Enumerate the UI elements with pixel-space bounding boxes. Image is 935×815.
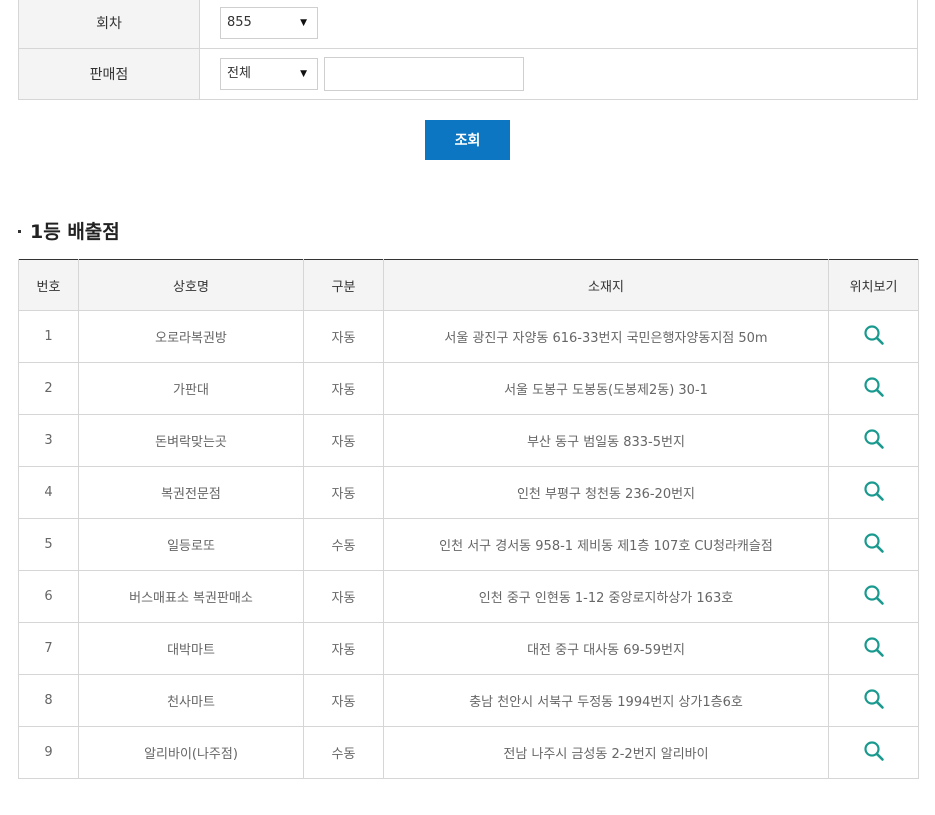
store-name: 대박마트	[78, 622, 304, 675]
section-title: 1등 배출점	[18, 217, 120, 244]
store-name: 가판대	[78, 362, 304, 415]
sale-type: 자동	[303, 622, 384, 675]
sale-type: 자동	[303, 466, 384, 519]
location-cell	[828, 622, 919, 675]
chevron-down-icon: ▼	[300, 69, 307, 79]
header-no: 번호	[18, 259, 79, 311]
store-address: 부산 동구 범일동 833-5번지	[383, 414, 829, 467]
store-address: 인천 서구 경서동 958-1 제비동 제1층 107호 CU청라캐슬점	[383, 518, 829, 571]
magnifier-icon[interactable]	[863, 480, 885, 506]
table-row: 3 돈벼락맞는곳 자동 부산 동구 범일동 833-5번지	[18, 414, 919, 467]
round-select[interactable]: 855 ▼	[220, 7, 318, 39]
winning-stores-table: 번호 상호명 구분 소재지 위치보기 1 오로라복권방 자동 서울 광진구 자양동 6…	[18, 259, 919, 779]
location-cell	[828, 518, 919, 571]
row-number: 9	[18, 726, 79, 779]
row-number: 4	[18, 466, 79, 519]
header-type: 구분	[303, 259, 384, 311]
header-location: 위치보기	[828, 259, 919, 311]
location-cell	[828, 414, 919, 467]
location-cell	[828, 362, 919, 415]
table-row: 6 버스매표소 복권판매소 자동 인천 중구 인현동 1-12 중앙로지하상가 163…	[18, 570, 919, 623]
sale-type: 자동	[303, 674, 384, 727]
sale-type: 자동	[303, 310, 384, 363]
location-cell	[828, 466, 919, 519]
magnifier-icon[interactable]	[863, 740, 885, 766]
store-name: 돈벼락맞는곳	[78, 414, 304, 467]
location-cell	[828, 570, 919, 623]
table-header-row: 번호 상호명 구분 소재지 위치보기	[18, 259, 919, 311]
magnifier-icon[interactable]	[863, 428, 885, 454]
round-label: 회차	[18, 0, 200, 49]
store-address: 서울 광진구 자양동 616-33번지 국민은행자양동지점 50m	[383, 310, 829, 363]
magnifier-icon[interactable]	[863, 324, 885, 350]
sale-type: 수동	[303, 726, 384, 779]
round-row: 회차 855 ▼	[18, 0, 918, 49]
round-select-value: 855	[227, 15, 252, 30]
location-cell	[828, 726, 919, 779]
header-name: 상호명	[78, 259, 304, 311]
header-address: 소재지	[383, 259, 829, 311]
store-row: 판매점 전체 ▼	[18, 48, 918, 100]
bullet-icon	[18, 230, 21, 233]
sale-type: 자동	[303, 570, 384, 623]
table-row: 1 오로라복권방 자동 서울 광진구 자양동 616-33번지 국민은행자양동지점 5…	[18, 310, 919, 363]
location-cell	[828, 674, 919, 727]
store-label: 판매점	[18, 48, 200, 100]
magnifier-icon[interactable]	[863, 636, 885, 662]
chevron-down-icon: ▼	[300, 18, 307, 28]
location-cell	[828, 310, 919, 363]
magnifier-icon[interactable]	[863, 532, 885, 558]
table-row: 7 대박마트 자동 대전 중구 대사동 69-59번지	[18, 622, 919, 675]
store-name: 버스매표소 복권판매소	[78, 570, 304, 623]
row-number: 6	[18, 570, 79, 623]
table-row: 8 천사마트 자동 충남 천안시 서북구 두정동 1994번지 상가1층6호	[18, 674, 919, 727]
table-row: 5 일등로또 수동 인천 서구 경서동 958-1 제비동 제1층 107호 CU청라…	[18, 518, 919, 571]
store-search-input[interactable]	[324, 57, 524, 91]
table-row: 4 복권전문점 자동 인천 부평구 청천동 236-20번지	[18, 466, 919, 519]
store-name: 알리바이(나주점)	[78, 726, 304, 779]
store-address: 서울 도봉구 도봉동(도봉제2동) 30-1	[383, 362, 829, 415]
row-number: 1	[18, 310, 79, 363]
search-button[interactable]: 조회	[425, 120, 510, 160]
store-address: 인천 중구 인현동 1-12 중앙로지하상가 163호	[383, 570, 829, 623]
store-filter-select[interactable]: 전체 ▼	[220, 58, 318, 90]
store-name: 일등로또	[78, 518, 304, 571]
magnifier-icon[interactable]	[863, 376, 885, 402]
row-number: 8	[18, 674, 79, 727]
store-address: 충남 천안시 서북구 두정동 1994번지 상가1층6호	[383, 674, 829, 727]
row-number: 7	[18, 622, 79, 675]
row-number: 2	[18, 362, 79, 415]
magnifier-icon[interactable]	[863, 584, 885, 610]
store-address: 인천 부평구 청천동 236-20번지	[383, 466, 829, 519]
row-number: 5	[18, 518, 79, 571]
store-name: 천사마트	[78, 674, 304, 727]
table-row: 9 알리바이(나주점) 수동 전남 나주시 금성동 2-2번지 알리바이	[18, 726, 919, 779]
magnifier-icon[interactable]	[863, 688, 885, 714]
store-filter-value: 전체	[227, 66, 251, 81]
store-address: 전남 나주시 금성동 2-2번지 알리바이	[383, 726, 829, 779]
store-name: 오로라복권방	[78, 310, 304, 363]
store-address: 대전 중구 대사동 69-59번지	[383, 622, 829, 675]
search-form: 회차 855 ▼ 판매점 전체 ▼	[18, 0, 918, 100]
table-row: 2 가판대 자동 서울 도봉구 도봉동(도봉제2동) 30-1	[18, 362, 919, 415]
sale-type: 자동	[303, 362, 384, 415]
sale-type: 수동	[303, 518, 384, 571]
sale-type: 자동	[303, 414, 384, 467]
section-title-text: 1등 배출점	[30, 221, 120, 243]
store-name: 복권전문점	[78, 466, 304, 519]
row-number: 3	[18, 414, 79, 467]
